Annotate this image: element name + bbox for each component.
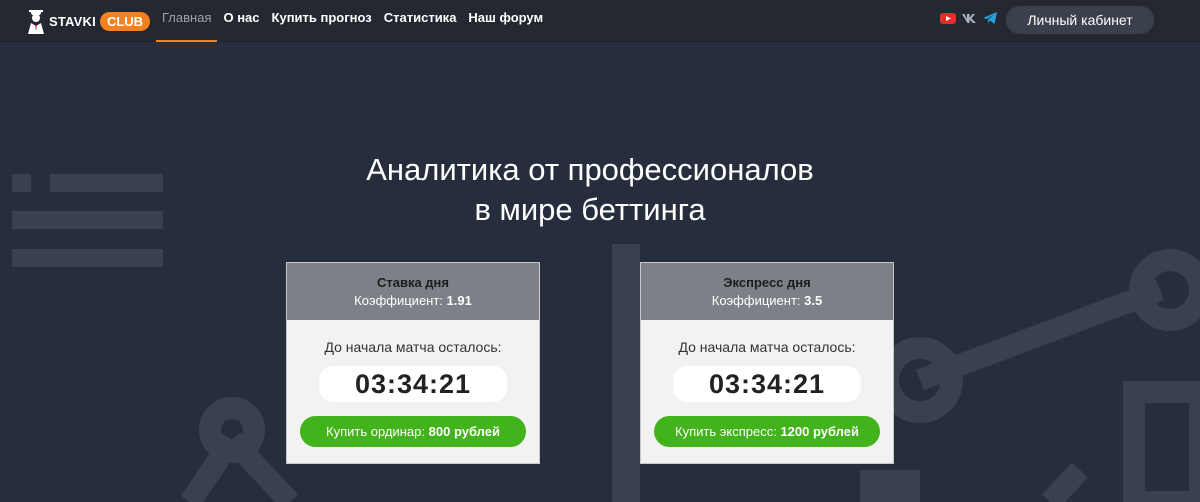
coefficient-label: Коэффициент: <box>711 293 801 308</box>
bet-of-day-card: Ставка дня Коэффициент: 1.91 До начала м… <box>286 262 540 464</box>
hero-title-line-1: Аналитика от профессионалов <box>366 152 814 187</box>
buy-express-button[interactable]: Купить экспресс: 1200 рублей <box>654 416 880 447</box>
countdown-timer: 03:34:21 <box>673 366 861 402</box>
buy-button-label: Купить экспресс: <box>675 424 777 439</box>
background-decoration <box>12 174 1200 502</box>
main-nav: Главная О нас Купить прогноз Статистика … <box>156 0 549 42</box>
buy-button-price: 800 рублей <box>428 424 500 439</box>
coefficient-value: 1.91 <box>446 293 472 308</box>
vk-icon[interactable] <box>961 11 977 25</box>
nav-item-forum[interactable]: Наш форум <box>462 0 549 42</box>
countdown-label: До начала матча осталось: <box>324 339 502 355</box>
hero-title: Аналитика от профессионалов в мире бетти… <box>0 150 1180 230</box>
nav-item-home[interactable]: Главная <box>156 0 218 42</box>
card-header: Ставка дня Коэффициент: 1.91 <box>287 263 539 320</box>
card-header: Экспресс дня Коэффициент: 3.5 <box>641 263 893 320</box>
top-header: STAVKI CLUB Главная О нас Купить прогноз… <box>0 0 1200 42</box>
card-coefficient: Коэффициент: 1.91 <box>287 292 539 310</box>
nav-item-about[interactable]: О нас <box>217 0 265 42</box>
hero-title-line-2: в мире беттинга <box>474 192 706 227</box>
social-links <box>940 11 998 25</box>
card-coefficient: Коэффициент: 3.5 <box>641 292 893 310</box>
countdown-label: До начала матча осталось: <box>678 339 856 355</box>
site-logo[interactable]: STAVKI CLUB <box>26 6 151 36</box>
card-body: До начала матча осталось: 03:34:21 Купит… <box>641 320 893 447</box>
card-body: До начала матча осталось: 03:34:21 Купит… <box>287 320 539 447</box>
buy-single-button[interactable]: Купить ординар: 800 рублей <box>300 416 526 447</box>
express-of-day-card: Экспресс дня Коэффициент: 3.5 До начала … <box>640 262 894 464</box>
nav-item-buy-forecast[interactable]: Купить прогноз <box>266 0 378 42</box>
card-title: Ставка дня <box>376 275 449 290</box>
buy-button-label: Купить ординар: <box>326 424 426 439</box>
personal-account-button[interactable]: Личный кабинет <box>1006 6 1154 34</box>
coefficient-value: 3.5 <box>804 293 823 308</box>
buy-button-price: 1200 рублей <box>780 424 859 439</box>
logo-badge: CLUB <box>99 11 151 31</box>
coefficient-label: Коэффициент: <box>354 293 443 308</box>
telegram-icon[interactable] <box>982 11 998 25</box>
logo-text: STAVKI <box>49 13 96 29</box>
gentleman-logo-icon <box>28 10 44 34</box>
countdown-timer: 03:34:21 <box>319 366 507 402</box>
nav-item-statistics[interactable]: Статистика <box>378 0 463 42</box>
youtube-icon[interactable] <box>940 11 956 25</box>
card-title: Экспресс дня <box>723 275 811 290</box>
